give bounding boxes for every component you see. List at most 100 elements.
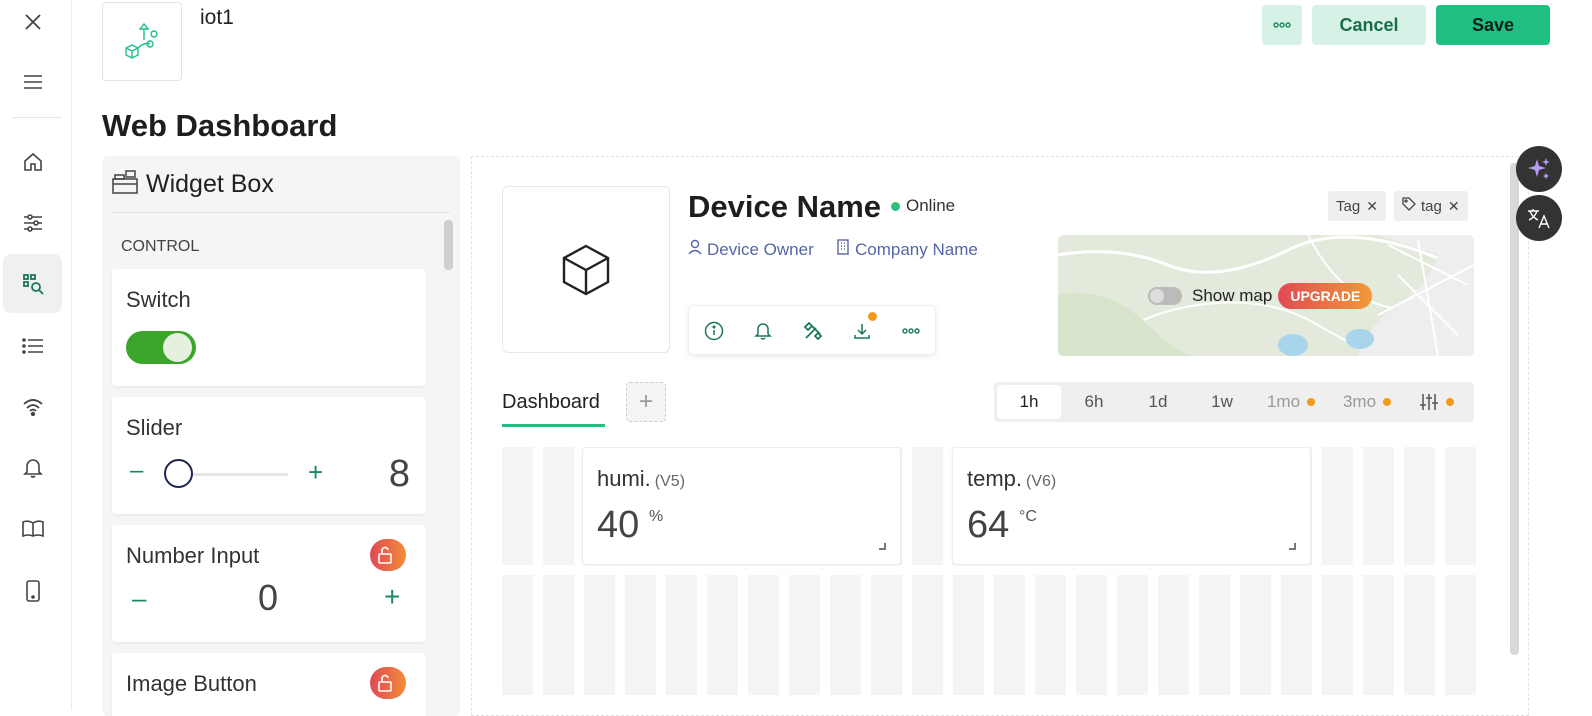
devices-search-icon[interactable] [3,254,62,313]
tag-chip[interactable]: Tag ✕ [1328,191,1386,221]
list-icon[interactable] [3,316,62,375]
widget-card-title: Number Input [126,543,260,568]
bell-icon[interactable] [3,438,62,497]
device-owner-label: Device Owner [707,239,814,259]
tile-pin: (V5) [654,473,686,490]
canvas-scrollbar[interactable] [1510,163,1519,655]
device-owner-link[interactable]: Device Owner [688,239,814,260]
widget-tile-temperature[interactable]: temp. (V6) 64 °C [952,447,1311,565]
online-dot [891,201,900,211]
range-1mo[interactable]: 1mo [1256,385,1326,419]
upgrade-badge[interactable]: UPGRADE [1278,283,1373,309]
close-icon[interactable]: ✕ [1366,198,1378,215]
more-options-button[interactable] [1262,5,1302,45]
device-image [502,186,670,353]
widget-card-title: Slider [126,415,183,440]
lock-icon [370,539,406,571]
range-6h[interactable]: 6h [1064,385,1124,419]
bell-icon[interactable] [750,318,776,344]
range-1w[interactable]: 1w [1192,385,1252,419]
tile-value: 40 [597,504,640,546]
widget-tile-humidity[interactable]: humi. (V5) 40 % [582,447,901,565]
range-3mo[interactable]: 3mo [1332,385,1402,419]
ai-sparkle-button[interactable] [1516,146,1562,192]
book-icon[interactable] [3,499,62,558]
widget-card-title: Switch [126,287,191,312]
info-icon[interactable] [701,318,727,344]
show-map-control[interactable]: Show map UPGRADE [1148,283,1373,309]
grid-cell [912,447,943,565]
sliders-icon[interactable] [3,193,62,252]
slider-track[interactable] [178,473,288,476]
template-image[interactable] [102,2,182,81]
range-1d[interactable]: 1d [1128,385,1188,419]
grid-cell [584,575,615,695]
widget-card-number-input[interactable]: Number Input – 0 + [112,525,426,642]
widget-card-image-button[interactable]: Image Button [112,653,426,716]
filter-sliders-icon [1419,394,1438,410]
rail-divider [12,117,62,118]
premium-dot [1307,398,1316,406]
widget-card-slider[interactable]: Slider – + 8 [112,397,426,514]
widget-box-scrollbar[interactable] [444,220,453,270]
resize-handle[interactable] [879,543,886,550]
device-name: Device Name [688,189,882,224]
tile-value: 64 [967,504,1010,546]
range-label: 1mo [1266,392,1301,411]
number-value: 0 [258,577,279,618]
mobile-icon[interactable] [3,561,62,620]
grid-cell [1404,447,1435,565]
show-map-toggle[interactable] [1148,287,1182,305]
template-name[interactable]: iot1 [200,6,234,30]
save-button[interactable]: Save [1436,5,1550,45]
slider-minus-button[interactable]: – [130,457,143,485]
wifi-icon[interactable] [3,377,62,436]
grid-cell [1322,447,1353,565]
range-1h[interactable]: 1h [997,385,1061,419]
slider-plus-button[interactable]: + [308,457,323,488]
widget-card-title: Image Button [126,671,257,696]
slider-thumb[interactable] [164,459,193,488]
close-icon[interactable]: ✕ [1448,198,1460,215]
tile-title: humi. (V5) [597,466,686,491]
translate-button[interactable] [1516,195,1562,241]
device-map[interactable]: Show map UPGRADE [1058,235,1474,356]
tab-dashboard[interactable]: Dashboard [502,391,600,414]
grid-cell [1363,447,1394,565]
menu-icon[interactable] [3,52,62,111]
widget-card-switch[interactable]: Switch [112,269,426,386]
dashboard-canvas: Device Name Online Device Owner Company … [471,156,1529,716]
home-icon[interactable] [3,132,62,191]
add-tab-button[interactable]: + [626,382,666,422]
grid-cell [707,575,738,695]
device-status: Online [891,196,955,216]
tools-icon[interactable] [800,318,826,344]
sparkle-icon [1528,158,1550,179]
grid-cell [1363,575,1394,695]
download-icon[interactable] [849,312,877,344]
number-plus-button[interactable]: + [384,581,400,613]
more-icon[interactable] [898,318,924,344]
widget-box-title: Widget Box [146,169,274,198]
active-tab-indicator [502,424,605,427]
number-minus-button[interactable]: – [132,583,146,614]
cancel-button[interactable]: Cancel [1312,5,1426,45]
tag-chip[interactable]: tag ✕ [1394,191,1468,221]
tag-icon [1402,197,1416,215]
grid-cell [871,575,902,695]
close-icon[interactable] [3,0,62,51]
company-name-link[interactable]: Company Name [836,239,978,260]
switch-toggle[interactable] [126,331,196,364]
tile-pin: (V6) [1026,473,1057,490]
resize-handle[interactable] [1289,543,1296,550]
grid-cell [1158,575,1189,695]
building-icon [836,239,850,260]
notification-dot [868,312,877,321]
custom-range-button[interactable] [1406,385,1466,419]
lock-icon [370,667,406,699]
grid-cell [1445,575,1476,695]
premium-dot [1383,398,1392,406]
premium-dot [1445,398,1454,406]
grid-cell [1240,575,1271,695]
device-status-label: Online [906,196,956,215]
